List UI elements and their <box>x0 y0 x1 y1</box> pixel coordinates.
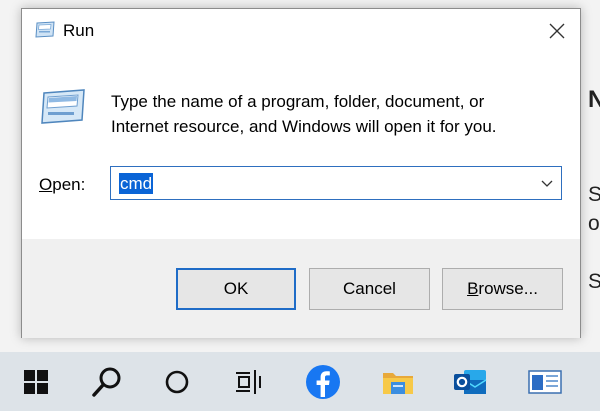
browse-accelerator: B <box>467 279 479 298</box>
close-button[interactable] <box>534 9 580 53</box>
browse-button[interactable]: Browse... <box>442 268 563 310</box>
outlook-icon <box>454 370 487 394</box>
close-icon <box>549 23 565 39</box>
title-bar[interactable]: Run <box>22 9 580 53</box>
cortana-button[interactable] <box>159 364 195 400</box>
search-icon <box>92 367 121 397</box>
search-button[interactable] <box>89 364 125 400</box>
outlook-app[interactable] <box>452 364 488 400</box>
windows-start-icon <box>24 370 48 394</box>
file-explorer-app[interactable] <box>380 364 416 400</box>
chevron-down-icon <box>541 180 553 187</box>
open-combobox[interactable]: cmd <box>110 166 562 200</box>
cortana-icon <box>165 370 189 394</box>
background-text: S <box>588 183 600 206</box>
dropdown-button[interactable] <box>539 175 555 191</box>
dialog-description: Type the name of a program, folder, docu… <box>111 89 551 139</box>
open-label: Open: <box>39 175 85 195</box>
app-window-icon <box>528 370 562 394</box>
description-line: Internet resource, and Windows will open… <box>111 117 497 136</box>
task-view-icon <box>236 370 261 394</box>
facebook-app[interactable] <box>305 364 341 400</box>
background-text: N <box>588 86 600 113</box>
background-text: S <box>588 270 600 293</box>
run-app-icon <box>34 21 56 39</box>
ok-button[interactable]: OK <box>176 268 296 310</box>
open-label-accelerator: O <box>39 175 53 194</box>
run-dialog: Run Type the name of a program, folder, … <box>21 8 581 338</box>
browse-label: rowse... <box>478 279 538 298</box>
background-text: o <box>588 212 600 235</box>
task-view-button[interactable] <box>230 364 266 400</box>
open-input[interactable]: cmd <box>119 173 154 194</box>
app-window-button[interactable] <box>527 364 563 400</box>
button-area: OK Cancel Browse... <box>22 239 580 338</box>
window-title: Run <box>63 21 95 40</box>
taskbar <box>0 352 600 411</box>
start-button[interactable] <box>18 364 54 400</box>
cancel-button[interactable]: Cancel <box>309 268 430 310</box>
run-icon <box>38 87 88 127</box>
file-explorer-icon <box>383 373 413 394</box>
open-label-text: pen: <box>52 175 86 194</box>
description-line: Type the name of a program, folder, docu… <box>111 92 485 111</box>
facebook-icon <box>306 365 340 399</box>
